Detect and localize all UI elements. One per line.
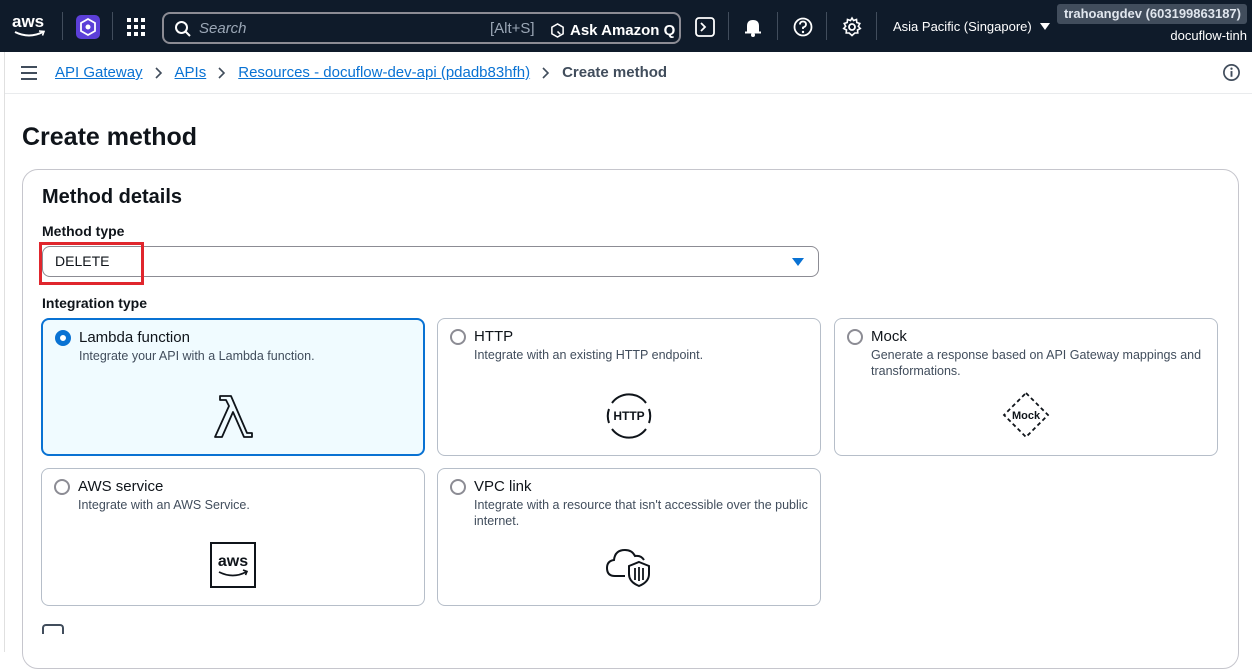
http-icon-text: HTTP xyxy=(613,409,644,423)
method-type-label: Method type xyxy=(42,223,125,239)
chevron-right-icon xyxy=(542,66,550,79)
checkbox-partial[interactable] xyxy=(42,624,64,634)
radio-vpc-link[interactable] xyxy=(450,479,466,495)
method-type-select[interactable]: DELETE xyxy=(42,246,819,277)
card-description: Integrate with an AWS Service. xyxy=(78,498,250,512)
region-selector[interactable]: Asia Pacific (Singapore) xyxy=(893,19,1050,34)
vpc-link-icon xyxy=(605,548,650,588)
page-title: Create method xyxy=(22,123,198,151)
card-description: Integrate with a resource that isn't acc… xyxy=(474,498,808,528)
search-input[interactable]: Search xyxy=(199,20,247,37)
notifications-bell-icon[interactable] xyxy=(742,16,764,38)
radio-mock[interactable] xyxy=(847,329,863,345)
integration-card-mock[interactable]: Mock Generate a response based on API Ga… xyxy=(834,318,1218,456)
chevron-right-icon xyxy=(218,66,226,79)
radio-aws-service[interactable] xyxy=(54,479,70,495)
aws-logo[interactable]: aws xyxy=(12,12,48,40)
integration-card-vpc-link[interactable]: VPC link Integrate with a resource that … xyxy=(437,468,821,606)
breadcrumb-resources[interactable]: Resources - docuflow-dev-api (pdadb83hfh… xyxy=(238,64,530,81)
nav-divider xyxy=(62,12,63,40)
nav-divider xyxy=(876,12,877,40)
card-title: Lambda function xyxy=(79,329,190,346)
region-label: Asia Pacific (Singapore) xyxy=(893,19,1032,34)
lambda-icon xyxy=(214,395,253,438)
ask-amazon-q-label: Ask Amazon Q xyxy=(570,21,676,39)
search-bar[interactable]: Search [Alt+S] Ask Amazon Q xyxy=(162,12,681,44)
chevron-right-icon xyxy=(154,66,162,79)
menu-hamburger-icon[interactable] xyxy=(21,66,37,80)
nav-divider xyxy=(728,12,729,40)
integration-card-aws-service[interactable]: AWS service Integrate with an AWS Servic… xyxy=(41,468,425,606)
card-title: Mock xyxy=(871,328,907,345)
card-title: AWS service xyxy=(78,478,164,495)
aws-smile-icon xyxy=(14,30,46,37)
card-description: Integrate your API with a Lambda functio… xyxy=(79,349,315,363)
breadcrumb-apis[interactable]: APIs xyxy=(175,64,207,81)
card-title: VPC link xyxy=(474,478,532,495)
help-icon[interactable] xyxy=(792,16,814,38)
services-grid-icon[interactable] xyxy=(126,17,146,37)
integration-card-lambda[interactable]: Lambda function Integrate your API with … xyxy=(41,318,425,456)
top-navigation: aws Search [Alt+S] Ask Amazon Q Asia Pac… xyxy=(0,0,1252,52)
radio-http[interactable] xyxy=(450,329,466,345)
aws-icon: aws xyxy=(210,542,256,588)
cloudshell-icon[interactable] xyxy=(694,16,716,38)
amazon-q-icon[interactable] xyxy=(76,15,100,39)
caret-down-icon xyxy=(1039,22,1050,30)
search-icon xyxy=(175,21,191,37)
aws-icon-text: aws xyxy=(218,553,248,570)
account-user-name[interactable]: docuflow-tinh xyxy=(1130,28,1247,43)
nav-divider xyxy=(777,12,778,40)
card-description: Generate a response based on API Gateway… xyxy=(871,348,1202,378)
amazon-q-small-icon xyxy=(551,22,564,38)
ask-amazon-q-button[interactable]: Ask Amazon Q xyxy=(550,19,675,41)
integration-card-http[interactable]: HTTP Integrate with an existing HTTP end… xyxy=(437,318,821,456)
caret-down-icon xyxy=(792,258,804,266)
annotation-highlight-box xyxy=(39,242,144,285)
mock-icon-text: Mock xyxy=(1012,410,1041,422)
nav-divider xyxy=(112,12,113,40)
breadcrumb-current: Create method xyxy=(562,64,668,81)
section-title: Method details xyxy=(42,186,183,208)
integration-type-label: Integration type xyxy=(42,295,148,311)
breadcrumb-bar: API Gateway APIs Resources - docuflow-de… xyxy=(5,52,1252,94)
settings-gear-icon[interactable] xyxy=(841,16,863,38)
left-edge xyxy=(0,52,5,652)
card-title: HTTP xyxy=(474,328,514,345)
http-icon: HTTP xyxy=(606,393,652,439)
breadcrumb: API Gateway APIs Resources - docuflow-de… xyxy=(55,64,667,81)
info-icon[interactable] xyxy=(1222,63,1241,82)
mock-icon: Mock xyxy=(1002,391,1050,439)
search-shortcut: [Alt+S] xyxy=(490,20,535,37)
aws-logo-text: aws xyxy=(12,12,45,31)
breadcrumb-api-gateway[interactable]: API Gateway xyxy=(55,64,143,81)
card-description: Integrate with an existing HTTP endpoint… xyxy=(474,348,704,362)
radio-lambda[interactable] xyxy=(55,330,71,346)
account-menu[interactable]: trahoangdev (603199863187) xyxy=(1057,4,1247,24)
nav-divider xyxy=(826,12,827,40)
